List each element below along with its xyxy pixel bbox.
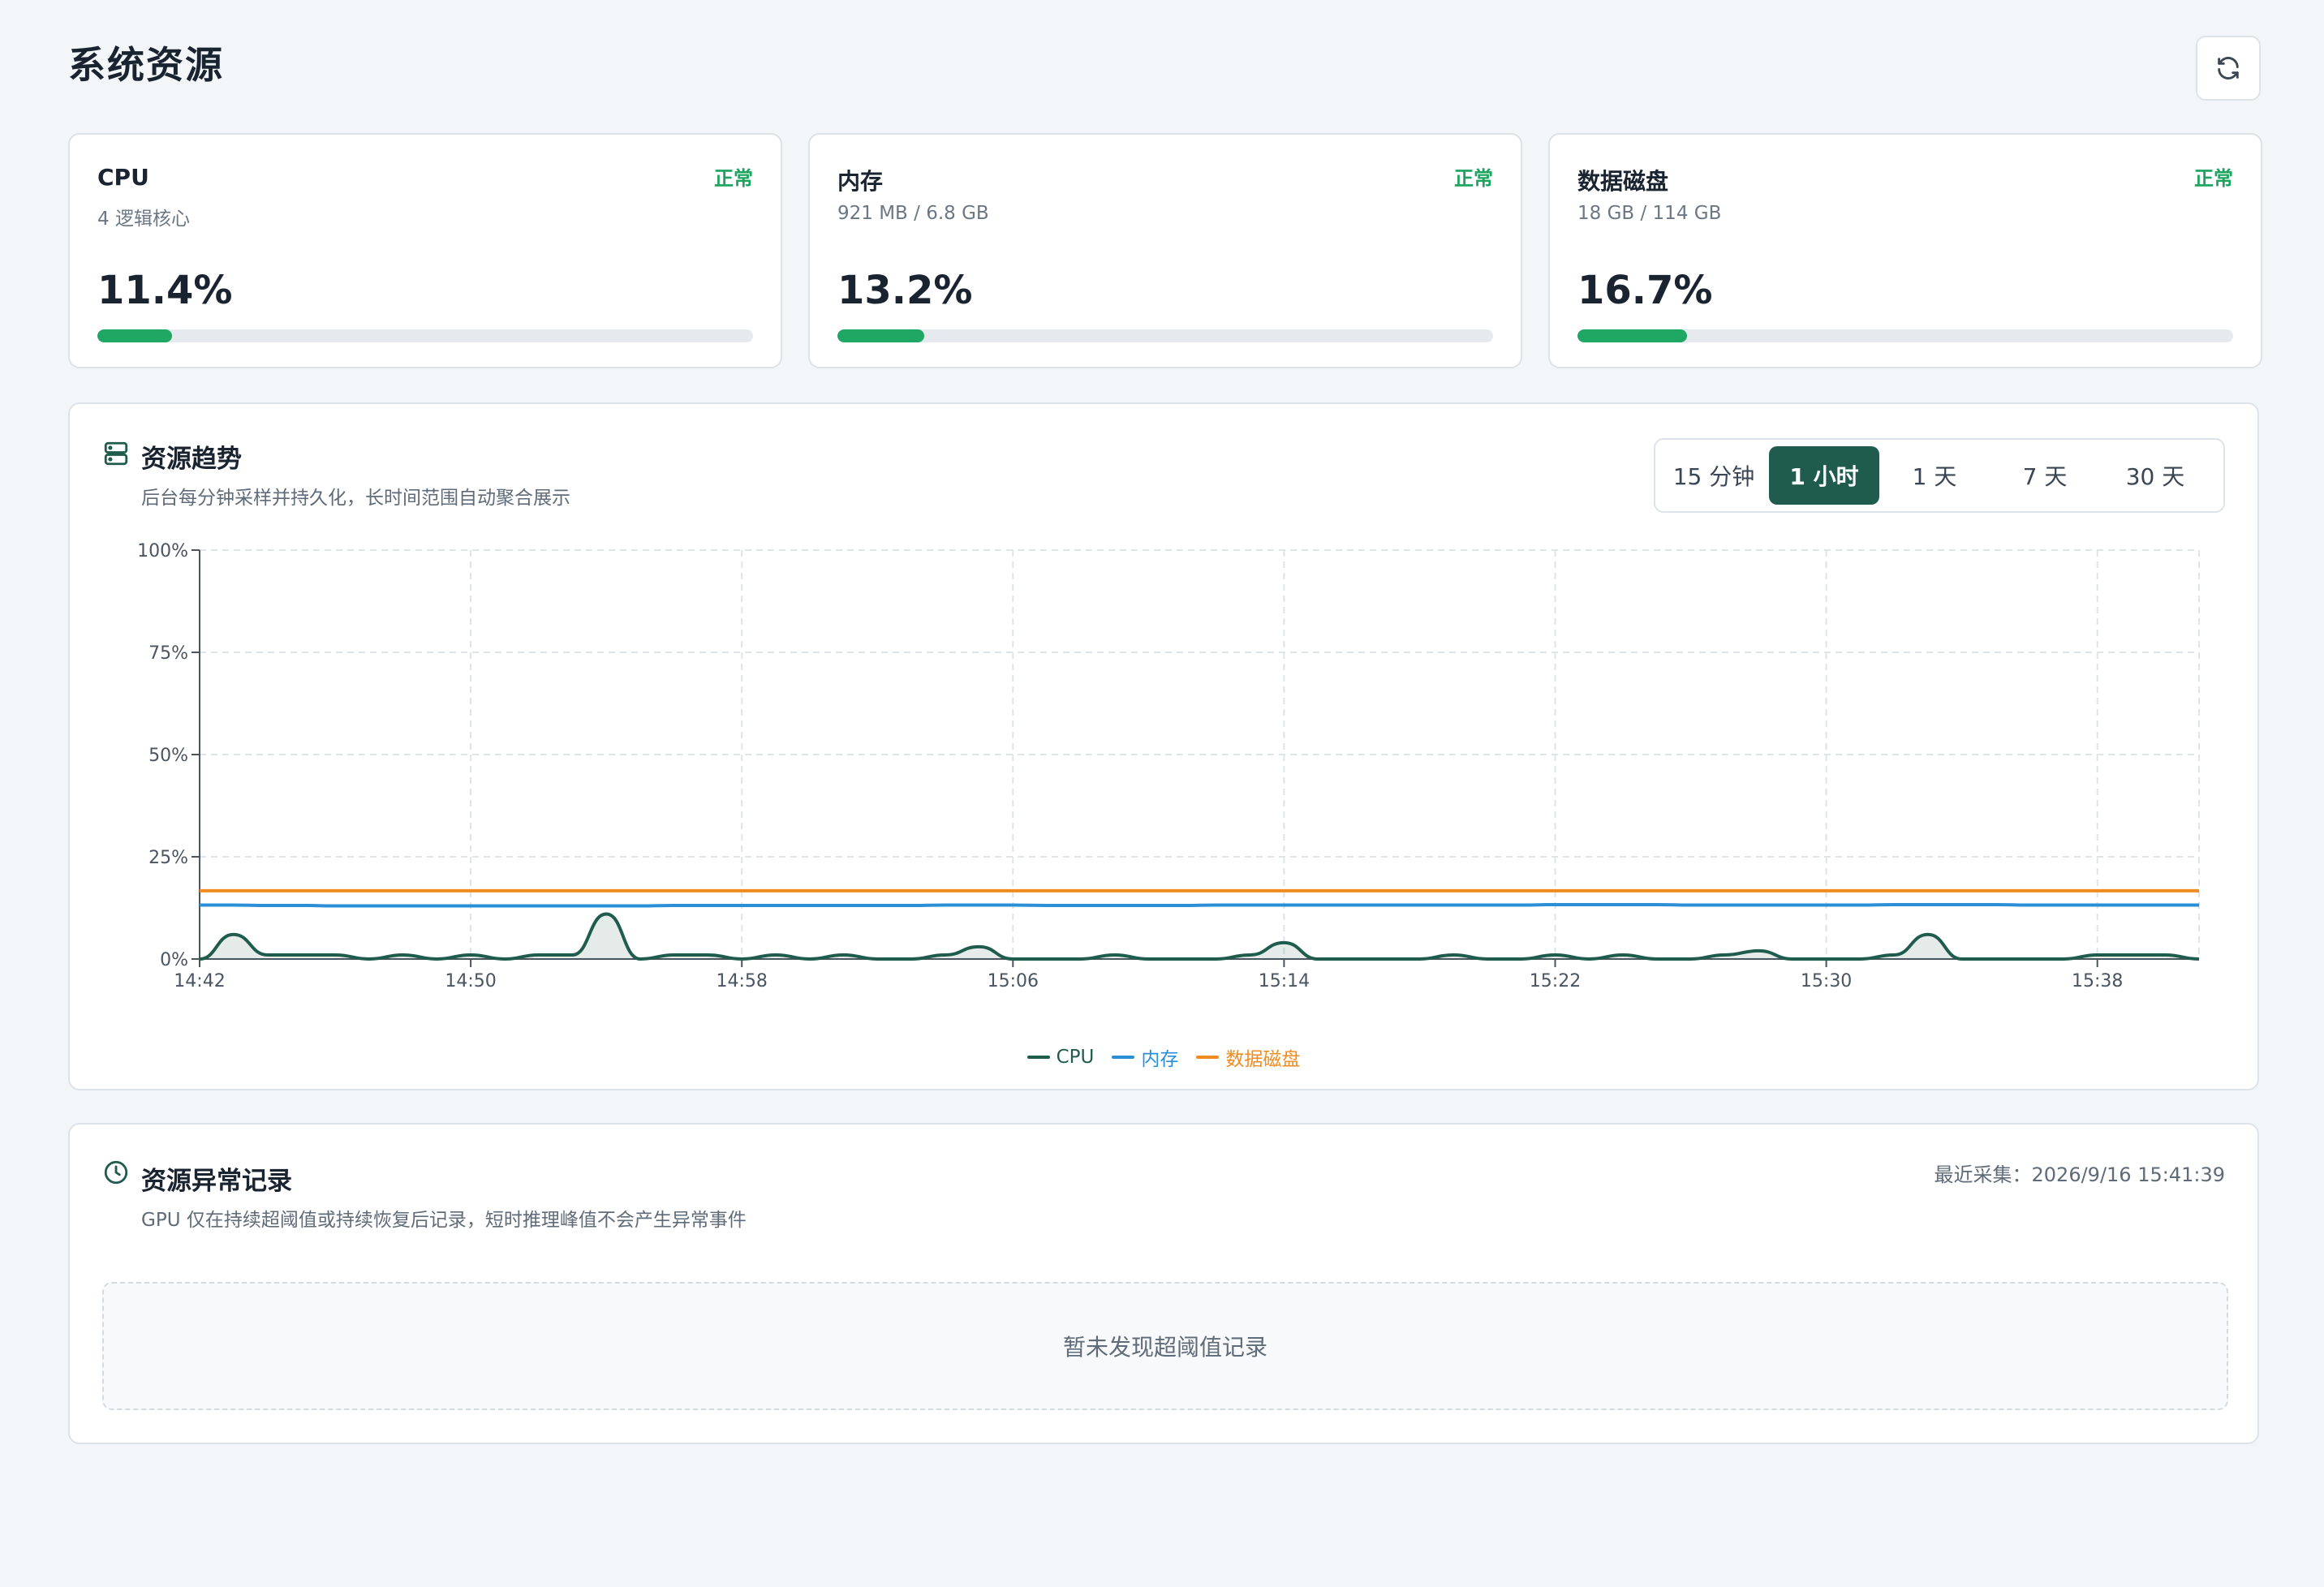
section-title: 资源异常记录	[141, 1167, 292, 1196]
stat-value: 11.4%	[97, 268, 233, 313]
last-sample-time: 最近采集：2026/9/16 15:41:39	[1934, 1163, 2225, 1186]
legend-swatch	[1026, 1056, 1050, 1059]
series-line-memory	[199, 902, 2199, 908]
disk-stat-card: 数据磁盘 正常 18 GB / 114 GB 16.7%	[1548, 133, 2262, 368]
x-tick-label: 15:38	[2072, 971, 2123, 991]
stat-name: 数据磁盘	[1577, 168, 1669, 195]
usage-bar	[837, 329, 1493, 342]
chart-legend: CPU 内存 数据磁盘	[70, 1043, 2257, 1071]
legend-item-memory[interactable]: 内存	[1112, 1043, 1178, 1071]
x-tick-label: 15:06	[988, 971, 1039, 991]
x-tick-label: 14:42	[174, 971, 225, 991]
y-tick-label: 0%	[160, 950, 188, 970]
usage-bar	[1577, 329, 2233, 342]
stat-name: 内存	[837, 168, 884, 195]
anomaly-card: 资源异常记录 GPU 仅在持续超阈值或持续恢复后记录，短时推理峰值不会产生异常事…	[68, 1123, 2259, 1444]
stat-detail: 18 GB / 114 GB	[1577, 203, 1722, 224]
legend-item-disk[interactable]: 数据磁盘	[1196, 1043, 1300, 1071]
series-line-cpu	[199, 912, 2200, 961]
x-tick-label: 15:30	[1801, 971, 1852, 991]
usage-bar-fill	[837, 329, 924, 342]
y-tick-label: 100%	[137, 541, 188, 561]
legend-swatch	[1196, 1056, 1220, 1059]
legend-label: 数据磁盘	[1225, 1049, 1301, 1070]
cpu-area	[200, 914, 2199, 959]
empty-state-text: 暂未发现超阈值记录	[1062, 1334, 1267, 1361]
y-tick-label: 25%	[148, 848, 188, 868]
memory-stat-card: 内存 正常 921 MB / 6.8 GB 13.2%	[808, 133, 1522, 368]
trend-card: 资源趋势 后台每分钟采样并持久化，长时间范围自动聚合展示 15 分钟 1 小时 …	[68, 402, 2259, 1090]
legend-item-cpu[interactable]: CPU	[1026, 1043, 1095, 1071]
usage-bar-fill	[1577, 329, 1687, 342]
stat-name: CPU	[97, 164, 149, 191]
x-tick-label: 15:14	[1259, 971, 1310, 991]
y-tick-label: 50%	[148, 746, 188, 766]
refresh-icon	[2218, 57, 2239, 80]
x-tick-label: 14:50	[445, 971, 496, 991]
x-tick-label: 15:22	[1530, 971, 1581, 991]
stat-detail: 4 逻辑核心	[97, 209, 190, 230]
usage-bar	[97, 329, 753, 342]
x-tick-label: 14:58	[717, 971, 768, 991]
stat-detail: 921 MB / 6.8 GB	[837, 203, 989, 224]
refresh-button[interactable]	[2196, 36, 2261, 101]
page-title: 系统资源	[68, 43, 224, 87]
status-badge: 正常	[1454, 167, 1493, 190]
status-badge: 正常	[2194, 167, 2233, 190]
empty-state: 暂未发现超阈值记录	[102, 1282, 2228, 1410]
clock-icon	[104, 1160, 128, 1185]
trend-chart: 0% 25% 50% 75% 100% 14:42 14:50 14:58 15:06 15:14…	[137, 541, 2200, 991]
legend-label: 内存	[1141, 1049, 1179, 1070]
y-tick-label: 75%	[148, 643, 188, 664]
section-subtitle: GPU 仅在持续超阈值或持续恢复后记录，短时推理峰值不会产生异常事件	[141, 1210, 747, 1231]
legend-swatch	[1112, 1056, 1135, 1059]
status-badge: 正常	[714, 167, 753, 190]
usage-bar-fill	[97, 329, 173, 342]
cpu-stat-card: CPU 正常 4 逻辑核心 11.4%	[68, 133, 782, 368]
stat-value: 16.7%	[1577, 268, 1713, 313]
legend-label: CPU	[1056, 1047, 1095, 1068]
stat-value: 13.2%	[837, 268, 973, 313]
